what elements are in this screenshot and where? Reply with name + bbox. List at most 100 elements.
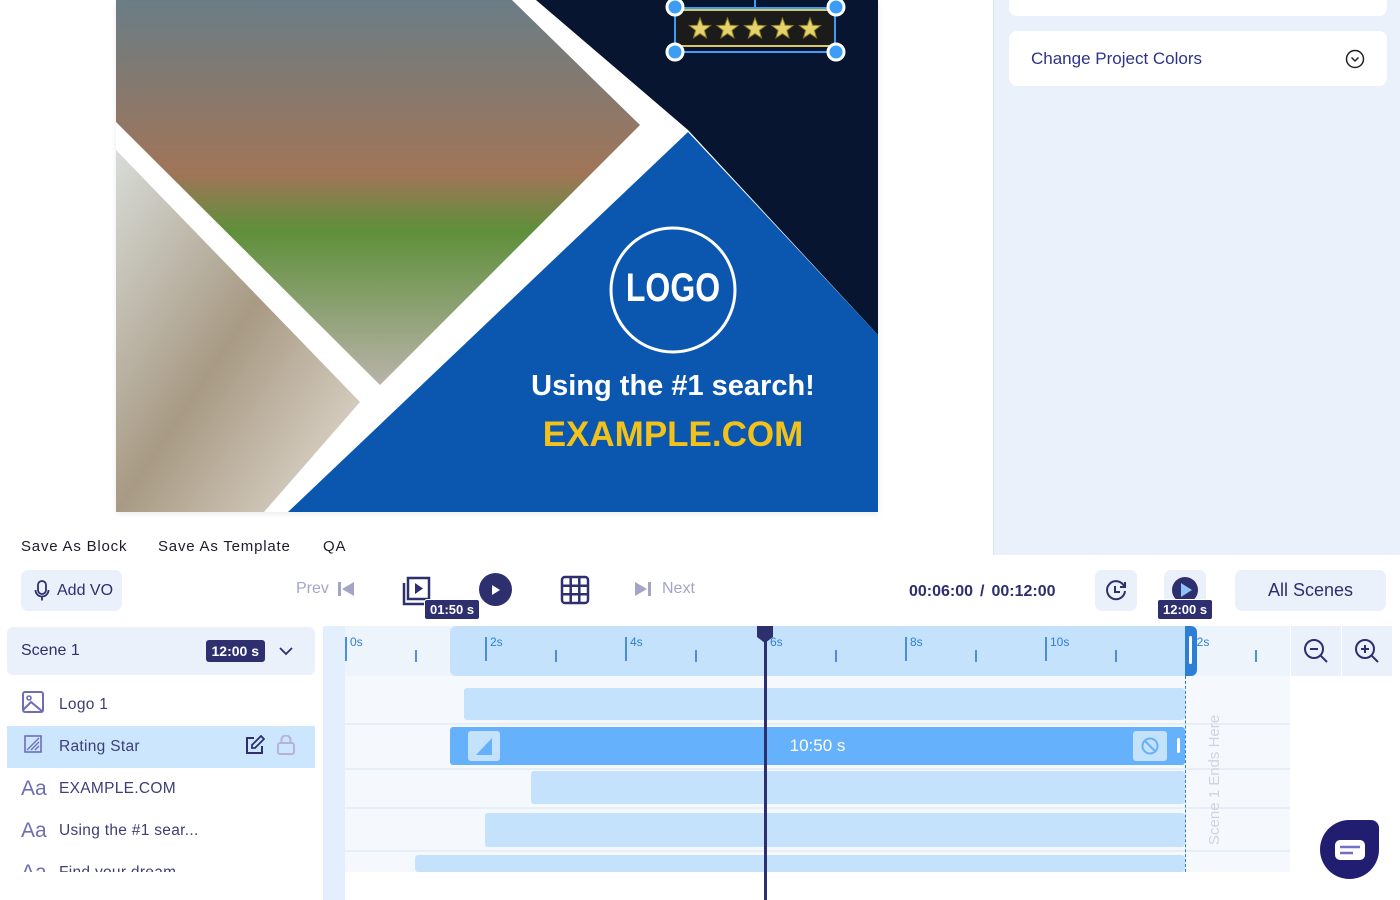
- ruler-tick-minor: [415, 650, 417, 662]
- no-animation-icon[interactable]: [1133, 731, 1167, 761]
- playhead-handle[interactable]: [756, 626, 774, 644]
- change-project-colors-label: Change Project Colors: [1031, 48, 1203, 68]
- track-bar[interactable]: [485, 813, 1185, 847]
- change-project-colors-dropdown[interactable]: Change Project Colors: [1009, 31, 1387, 86]
- ruler-label: 8s: [910, 635, 923, 649]
- track-divider: [345, 850, 1290, 852]
- scene-range: [450, 626, 1185, 676]
- image-icon: [21, 691, 45, 719]
- ruler-tick-minor: [695, 650, 697, 662]
- text-icon: Aa: [21, 819, 47, 842]
- ruler-tick-minor: [835, 650, 837, 662]
- ruler-tick-minor: [555, 650, 557, 662]
- zoom-in-icon: [1355, 639, 1379, 663]
- grid-icon[interactable]: [560, 575, 590, 605]
- current-time: 00:06:00: [909, 583, 974, 600]
- scene-header[interactable]: Scene 1 12:00 s: [7, 627, 315, 675]
- layer-label: Using the #1 sear...: [59, 822, 199, 839]
- play-button[interactable]: [479, 573, 512, 606]
- time-separator: /: [980, 583, 985, 600]
- panel-card: [1009, 0, 1387, 16]
- clock-refresh-icon: [1106, 579, 1126, 600]
- ruler-tick: [905, 637, 907, 661]
- next-button[interactable]: Next: [634, 580, 695, 598]
- chat-button[interactable]: [1320, 820, 1379, 879]
- skip-forward-icon: [635, 582, 651, 596]
- total-time: 00:12:00: [991, 583, 1056, 600]
- website-text: EXAMPLE.COM: [542, 415, 804, 454]
- video-canvas[interactable]: LOGO Using the #1 search! EXAMPLE.COM: [116, 0, 878, 512]
- text-icon: Aa: [21, 777, 47, 800]
- layer-label: Rating Star: [59, 738, 140, 755]
- resize-handle: [665, 42, 685, 62]
- prev-button[interactable]: Prev: [296, 580, 355, 598]
- save-as-template-button[interactable]: Save As Template: [158, 538, 291, 555]
- track-duration-label: 10:50 s: [789, 736, 846, 755]
- handle-grip: [1189, 636, 1192, 664]
- timeline-gutter: [323, 626, 345, 900]
- scene-duration-badge: 12:00 s: [205, 640, 265, 662]
- edit-icon[interactable]: [245, 734, 266, 760]
- scene-end-label: Scene 1 Ends Here: [1206, 714, 1223, 845]
- layer-item[interactable]: Aa Find your dream...: [7, 852, 315, 872]
- layer-item[interactable]: Rating Star: [7, 726, 315, 768]
- add-vo-button[interactable]: Add VO: [21, 570, 122, 611]
- history-button[interactable]: [1095, 570, 1137, 611]
- prev-label: Prev: [296, 580, 329, 597]
- trim-handle[interactable]: [1177, 738, 1180, 753]
- layer-label: Logo 1: [59, 696, 109, 713]
- zoom-in-button[interactable]: [1342, 626, 1392, 676]
- layer-item[interactable]: Aa Using the #1 sear...: [7, 810, 315, 852]
- track-divider: [345, 807, 1290, 809]
- layer-label: Find your dream...: [59, 864, 190, 872]
- ruler-tick-minor: [1255, 650, 1257, 662]
- track-bar[interactable]: [530, 771, 1185, 804]
- properties-panel: Change Project Colors: [993, 0, 1400, 555]
- track-divider: [345, 723, 1290, 725]
- resize-handle: [826, 0, 846, 17]
- time-display: 00:06:00 / 00:12:00: [909, 583, 1056, 601]
- layer-label: EXAMPLE.COM: [59, 780, 176, 797]
- next-label: Next: [662, 580, 695, 597]
- zoom-out-icon: [1304, 639, 1328, 663]
- shape-icon: [21, 735, 45, 759]
- chat-icon: [1334, 839, 1365, 860]
- ruler-label: 0s: [350, 635, 363, 649]
- track-bar[interactable]: [415, 855, 1185, 872]
- play-icon: [491, 584, 500, 595]
- resize-handle: [665, 0, 685, 17]
- microphone-icon: [34, 579, 50, 600]
- zoom-out-button[interactable]: [1291, 626, 1341, 676]
- skip-back-icon: [337, 582, 354, 596]
- track-bar[interactable]: [464, 688, 1185, 720]
- ruler-tick-minor: [975, 650, 977, 662]
- lock-icon[interactable]: [277, 734, 295, 760]
- track-bar[interactable]: 10:50 s: [450, 727, 1185, 765]
- scene-start-tooltip: 01:50 s: [424, 599, 481, 620]
- ruler-tick: [485, 637, 487, 661]
- ruler-label: 4s: [630, 635, 643, 649]
- text-icon: Aa: [21, 861, 47, 872]
- ruler-tick-minor: [1115, 650, 1117, 662]
- ruler-label: 2s: [490, 635, 503, 649]
- chevron-down-icon[interactable]: [279, 646, 293, 656]
- track-divider: [345, 768, 1290, 770]
- ruler-label: 10s: [1050, 635, 1070, 649]
- layers-list: Logo 1 Rating Star Aa EXAMPLE.COM Aa Using th…: [0, 684, 320, 872]
- layer-item[interactable]: Logo 1: [7, 684, 315, 726]
- ruler-tick: [625, 637, 627, 661]
- qa-button[interactable]: QA: [323, 538, 346, 555]
- ruler-tick: [345, 637, 347, 661]
- end-time-tooltip: 12:00 s: [1157, 599, 1214, 620]
- save-as-block-button[interactable]: Save As Block: [21, 538, 127, 555]
- all-scenes-button[interactable]: All Scenes: [1235, 570, 1386, 611]
- ruler-tick: [1045, 637, 1047, 661]
- playhead[interactable]: [764, 626, 767, 900]
- resize-handle: [826, 42, 846, 62]
- chevron-down-circle-icon: [1345, 49, 1365, 68]
- logo-text: LOGO: [625, 266, 721, 310]
- animation-in-icon[interactable]: [468, 731, 500, 761]
- layer-item[interactable]: Aa EXAMPLE.COM: [7, 768, 315, 810]
- headline-text: Using the #1 search!: [531, 370, 815, 402]
- add-vo-label: Add VO: [57, 581, 114, 599]
